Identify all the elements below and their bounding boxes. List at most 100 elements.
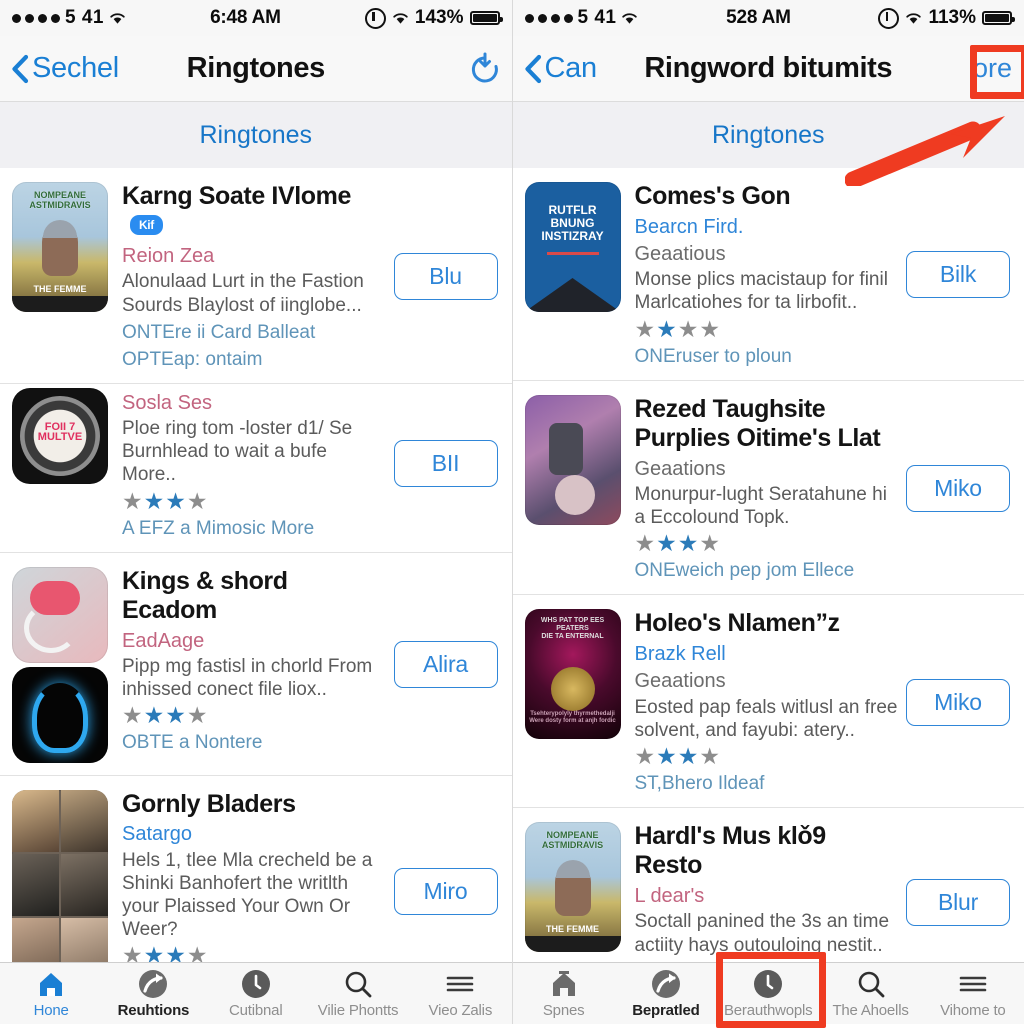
tab-featured[interactable]: Reuhtions: [102, 968, 204, 1019]
list-item[interactable]: WHS PAT TOP EES PEATERSDIE TA ENTERNAL T…: [513, 595, 1024, 808]
star-icon: ★: [144, 702, 166, 728]
clock-icon: [753, 968, 783, 1000]
get-button[interactable]: Miro: [394, 868, 498, 915]
tab-label: Spnes: [543, 1002, 585, 1019]
tab-home[interactable]: Hone: [0, 968, 102, 1019]
item-link-primary[interactable]: ONTEre ii Card Balleat: [122, 322, 386, 344]
segment-header[interactable]: Ringtones: [0, 102, 512, 169]
item-title: Karng Soate IVlomeKif: [122, 182, 386, 241]
tab-clock[interactable]: Berauthwopls: [717, 968, 819, 1019]
segment-header[interactable]: Ringtones: [513, 102, 1024, 169]
star-icon: ★: [699, 316, 721, 342]
list-item[interactable]: Rezed Taughsite Purplies Oitime's Llat G…: [513, 381, 1024, 596]
back-button[interactable]: Can: [523, 52, 597, 85]
tab-bar[interactable]: Hone Reuhtions Cutibnal Vilie Phontts: [0, 962, 512, 1024]
album-art-blue-book: RUTFLRBNUNGINSTIZRAY: [525, 182, 621, 312]
status-bar-right: 113%: [878, 7, 1012, 29]
list-item[interactable]: NOMPEANEASTMIDRAVIS THE FEMME Karng Soat…: [0, 168, 512, 384]
star-icon: ★: [144, 488, 166, 514]
item-link-primary[interactable]: OBTE a Nontere: [122, 732, 386, 754]
lock-icon: [365, 8, 386, 29]
list-item[interactable]: Kings & shord Ecadom EadAage Pipp mg fas…: [0, 553, 512, 776]
battery-percent-label: 143%: [415, 7, 464, 29]
tab-bar[interactable]: Spnes Bepratled Berauthwopls The Ahoells: [513, 962, 1024, 1024]
item-subtitle: Satargo: [122, 822, 386, 846]
chevron-left-icon: [523, 54, 543, 84]
tab-search[interactable]: The Ahoells: [819, 968, 921, 1019]
menu-icon: [958, 968, 988, 1000]
tab-menu[interactable]: Vihome to: [922, 968, 1024, 1019]
star-icon: ★: [122, 942, 144, 962]
tab-label: The Ahoells: [832, 1002, 908, 1019]
tab-clock[interactable]: Cutibnal: [205, 968, 307, 1019]
search-icon: [856, 968, 886, 1000]
list-item[interactable]: NOMPEANEASTMIDRAVIS THE FEMME Hardl's Mu…: [513, 808, 1024, 962]
rating-stars: ★★★★: [635, 745, 899, 768]
rating-stars: ★★★★: [122, 944, 386, 962]
get-button[interactable]: Bilk: [906, 251, 1010, 298]
right-phone-screen: 5 41 528 AM 113% Can: [513, 0, 1024, 1024]
tab-label: Hone: [34, 1002, 69, 1019]
more-button[interactable]: ore: [973, 53, 1014, 84]
get-button[interactable]: BII: [394, 440, 498, 487]
get-button[interactable]: Blu: [394, 253, 498, 300]
download-button[interactable]: [468, 52, 502, 86]
share-arrow-icon: [651, 968, 681, 1000]
tab-featured[interactable]: Bepratled: [615, 968, 717, 1019]
item-subtitle: Bearcn Fird.: [635, 215, 899, 239]
search-icon: [343, 968, 373, 1000]
status-bar: 5 41 6:48 AM 143%: [0, 0, 512, 36]
home-icon: [36, 968, 66, 1000]
item-subtitle: Sosla Ses: [122, 391, 386, 415]
action-button-container: Miro: [394, 790, 498, 962]
item-title: Rezed Taughsite Purplies Oitime's Llat: [635, 395, 899, 454]
item-description: Pipp mg fastisl in chorld From inhissed …: [122, 655, 386, 701]
wifi-icon: [392, 12, 409, 25]
status-bar-right: 143%: [365, 7, 500, 29]
item-description: Monse plics macistaup for finil Marlcati…: [635, 268, 899, 314]
item-description: Soctall panined the 3s an time actiity h…: [635, 910, 899, 956]
chevron-left-icon: [10, 54, 30, 84]
star-icon: ★: [187, 702, 209, 728]
item-title: Holeo's Nlamen”z: [635, 609, 899, 639]
star-icon: ★: [656, 743, 678, 769]
item-link-primary[interactable]: ONEweich pep jom Ellece: [635, 560, 899, 582]
thumbnail-container: [525, 395, 621, 583]
item-info: Gornly Bladers Satargo Hels 1, tlee Mla …: [122, 790, 394, 962]
tab-search[interactable]: Vilie Phontts: [307, 968, 409, 1019]
clock-label: 528 AM: [638, 7, 878, 29]
item-link-primary[interactable]: A EFZ a Mimosic More: [122, 518, 386, 540]
tab-home[interactable]: Spnes: [513, 968, 615, 1019]
thumbnail-container: WHS PAT TOP EES PEATERSDIE TA ENTERNAL T…: [525, 609, 621, 795]
album-art-pink-headphone: [12, 567, 108, 663]
item-description: Hels 1, tlee Mla crecheld be a Shinki Ba…: [122, 849, 386, 942]
tab-label: Cutibnal: [229, 1002, 282, 1019]
wifi-icon: [905, 12, 922, 25]
list-item[interactable]: RUTFLRBNUNGINSTIZRAY Comes's Gon Bearcn …: [513, 168, 1024, 381]
tab-menu[interactable]: Vieo Zalis: [409, 968, 511, 1019]
star-icon: ★: [635, 316, 657, 342]
album-art-green-poster: NOMPEANEASTMIDRAVIS THE FEMME: [12, 182, 108, 312]
get-button[interactable]: Alira: [394, 641, 498, 688]
ringtone-list[interactable]: NOMPEANEASTMIDRAVIS THE FEMME Karng Soat…: [0, 168, 512, 962]
home-icon: [549, 968, 579, 1000]
wifi-icon: [109, 12, 126, 25]
thumbnail-container: NOMPEANEASTMIDRAVIS THE FEMME: [12, 182, 108, 371]
rating-stars: ★★★★: [635, 532, 899, 555]
item-info: Sosla Ses Ploe ring tom -loster d1/ Se B…: [122, 388, 394, 540]
ringtone-list[interactable]: RUTFLRBNUNGINSTIZRAY Comes's Gon Bearcn …: [513, 168, 1024, 962]
star-icon: ★: [678, 743, 700, 769]
get-button[interactable]: Miko: [906, 679, 1010, 726]
list-item[interactable]: Gornly Bladers Satargo Hels 1, tlee Mla …: [0, 776, 512, 962]
item-link-secondary[interactable]: OPTEap: ontaim: [122, 349, 386, 371]
item-description: Alonulaad Lurt in the Fastion Sourds Bla…: [122, 270, 386, 316]
item-link-primary[interactable]: ONEruser to ploun: [635, 346, 899, 368]
get-button[interactable]: Miko: [906, 465, 1010, 512]
tab-label: Bepratled: [632, 1002, 699, 1019]
item-subtitle: Brazk Rell: [635, 642, 899, 666]
get-button[interactable]: Blur: [906, 879, 1010, 926]
list-item[interactable]: FOII 7MULTVE Sosla Ses Ploe ring tom -lo…: [0, 384, 512, 553]
item-link-primary[interactable]: ST,Bhero Ildeaf: [635, 773, 899, 795]
back-button[interactable]: Sechel: [10, 52, 119, 85]
item-info: Comes's Gon Bearcn Fird. Geaatious Monse…: [635, 182, 907, 368]
